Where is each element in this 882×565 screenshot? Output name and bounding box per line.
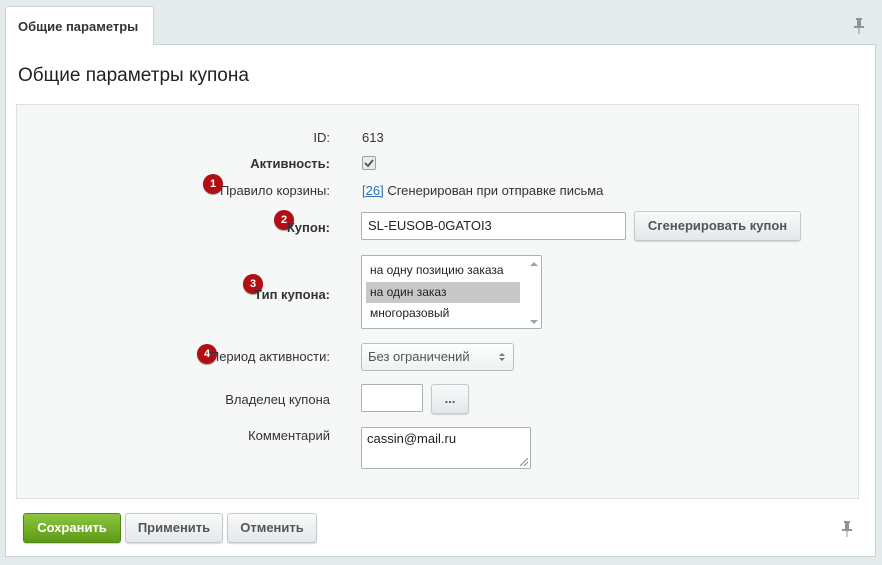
generate-coupon-button[interactable]: Сгенерировать купон	[634, 211, 801, 241]
active-checkbox[interactable]	[362, 156, 376, 170]
comment-text: cassin@mail.ru	[367, 431, 457, 446]
resize-handle-icon[interactable]	[520, 458, 528, 466]
coupon-type-option[interactable]: многоразовый	[366, 303, 520, 324]
scroll-up-icon[interactable]	[530, 261, 538, 267]
apply-button[interactable]: Применить	[125, 513, 223, 543]
select-arrows-icon	[499, 353, 505, 361]
coupon-type-option-selected[interactable]: на один заказ	[366, 282, 520, 303]
tab-bar: Общие параметры	[0, 0, 882, 45]
basket-rule-text: Сгенерирован при отправке письма	[387, 183, 604, 198]
basket-rule-link[interactable]: [26]	[362, 183, 384, 198]
period-label: Период активности:	[209, 349, 330, 364]
pin-icon[interactable]	[841, 521, 853, 537]
coupon-input[interactable]: SL-EUSOB-0GATOI3	[361, 212, 626, 240]
coupon-label: Купон:	[286, 220, 330, 235]
comment-label: Комментарий	[248, 428, 330, 443]
coupon-type-listbox[interactable]: на одну позицию заказа на один заказ мно…	[361, 255, 542, 329]
basket-rule-value: [26] Сгенерирован при отправке письма	[362, 183, 603, 198]
comment-textarea[interactable]: cassin@mail.ru	[361, 427, 531, 469]
page-title: Общие параметры купона	[18, 65, 249, 86]
coupon-type-option[interactable]: на одну позицию заказа	[366, 260, 520, 281]
tab-general-params[interactable]: Общие параметры	[5, 6, 154, 45]
period-select[interactable]: Без ограничений	[361, 343, 514, 371]
period-select-value: Без ограничений	[368, 349, 470, 364]
active-label: Активность:	[250, 156, 330, 171]
checkmark-icon	[364, 159, 374, 168]
owner-browse-button[interactable]: ...	[431, 384, 469, 414]
cancel-button[interactable]: Отменить	[227, 513, 317, 543]
main-panel: Общие параметры купона ID: 613 Активност…	[5, 44, 876, 557]
id-value: 613	[362, 130, 384, 145]
owner-input[interactable]	[361, 384, 423, 412]
id-label: ID:	[313, 130, 330, 145]
basket-rule-label: Правило корзины:	[219, 183, 330, 198]
owner-label: Владелец купона	[225, 392, 330, 407]
coupon-type-label: Тип купона:	[254, 287, 330, 302]
coupon-form: ID: 613 Активность: 1 Правило корзины: […	[16, 104, 859, 499]
save-button[interactable]: Сохранить	[23, 513, 121, 543]
scroll-down-icon[interactable]	[530, 319, 538, 325]
pin-icon[interactable]	[853, 18, 865, 34]
